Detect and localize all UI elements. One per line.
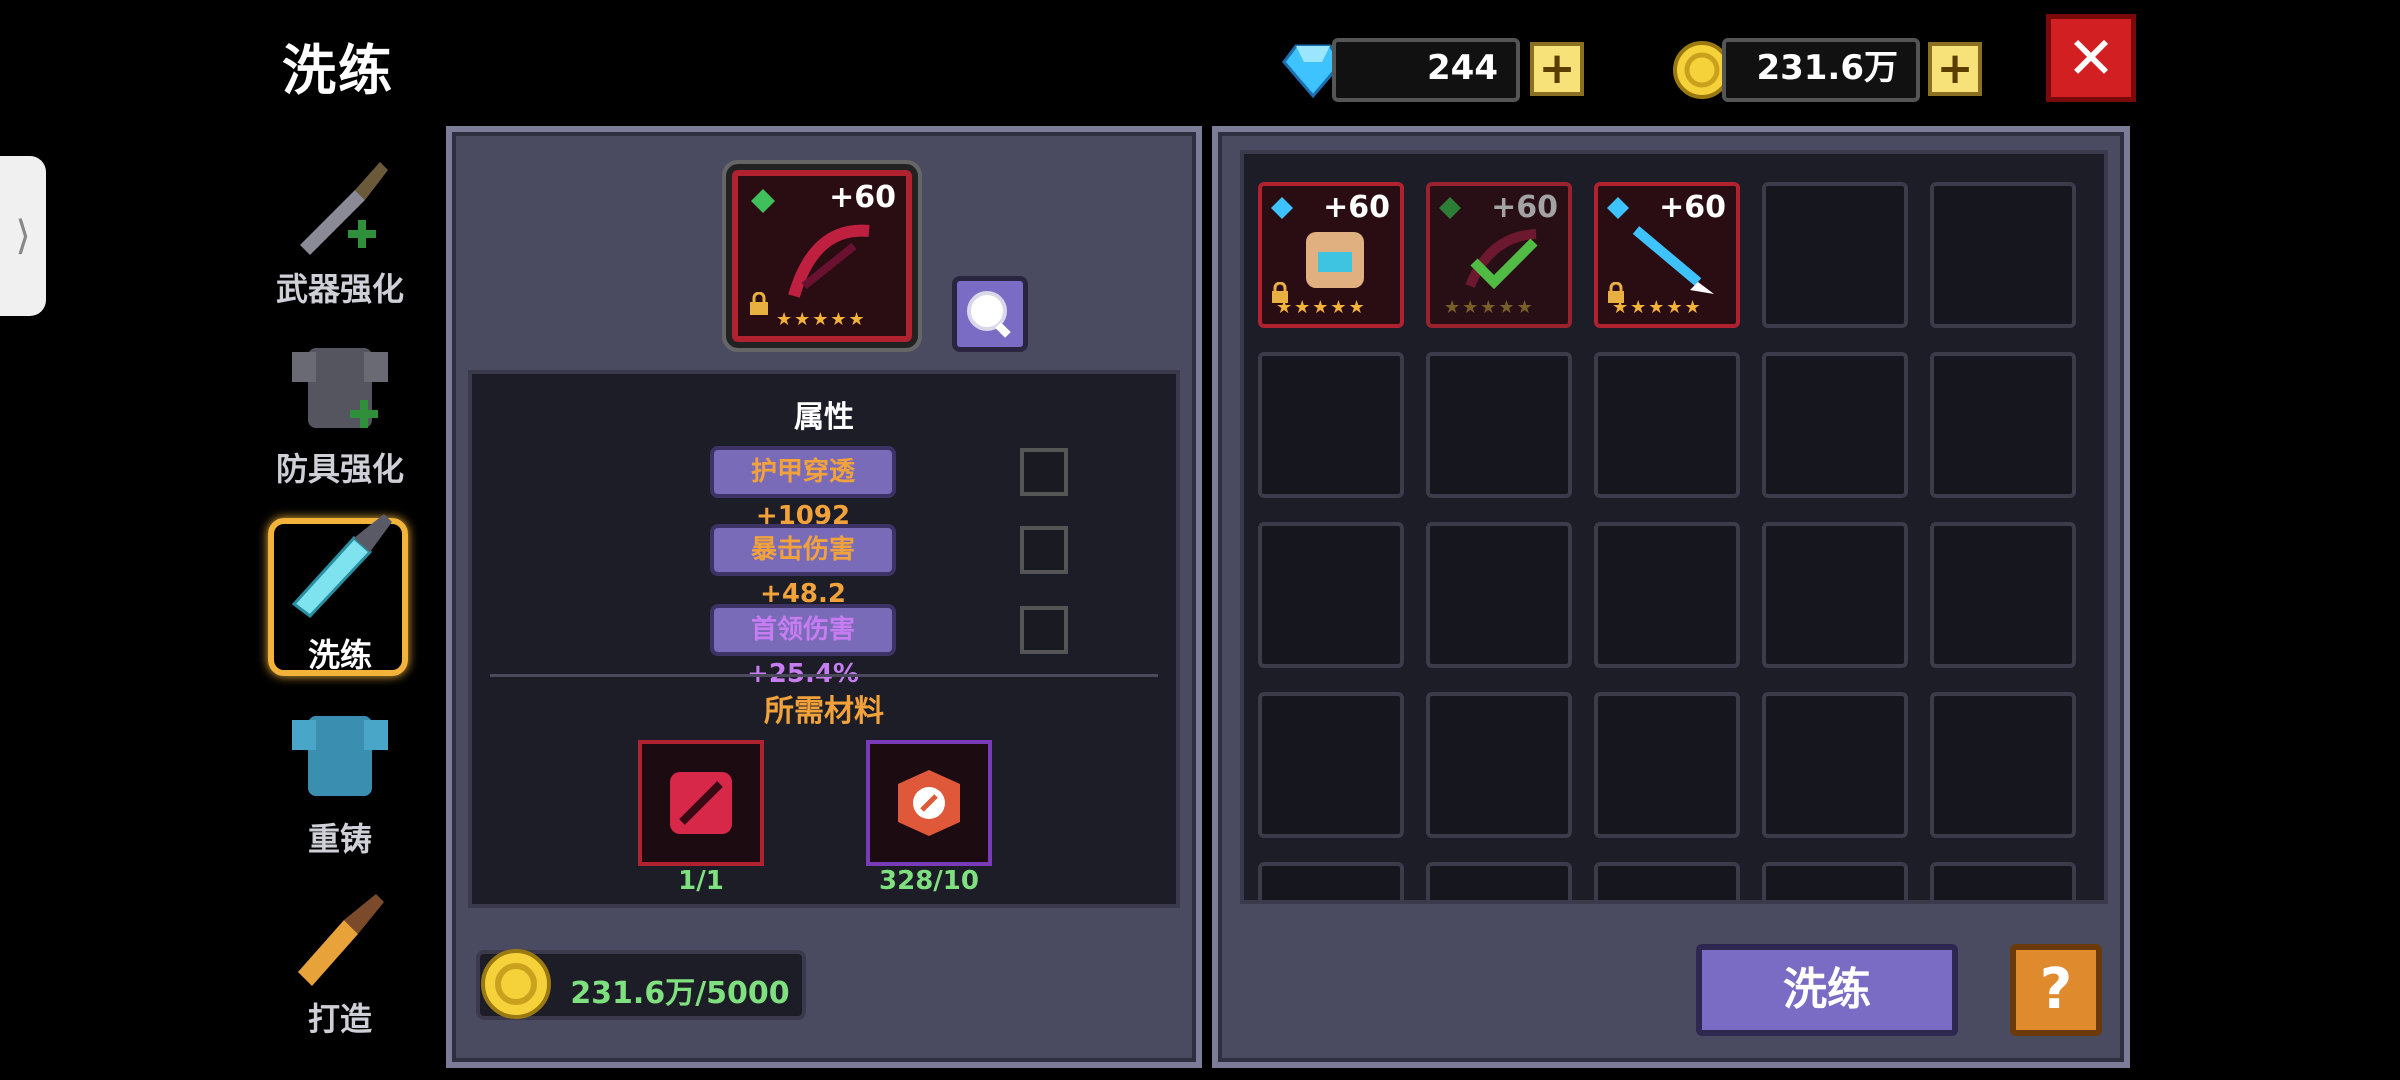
empty-slot[interactable]	[1762, 692, 1908, 838]
inventory-item-3[interactable]: +60 ★★★★★	[1594, 182, 1740, 328]
inspect-button[interactable]	[952, 276, 1028, 352]
inventory-item-2[interactable]: +60 ★★★★★	[1426, 182, 1572, 328]
gold-count: 231.6万	[1756, 48, 1898, 88]
material-count-2: 328/10	[879, 866, 979, 896]
add-gems-button[interactable]: +	[1530, 42, 1584, 96]
empty-slot[interactable]	[1762, 522, 1908, 668]
empty-slot[interactable]	[1930, 522, 2076, 668]
item-stars: ★★★★★	[776, 309, 867, 330]
menu-craft[interactable]: 打造	[270, 880, 410, 1040]
close-button[interactable]: ✕	[2046, 14, 2136, 102]
cost-text: 231.6万/5000	[570, 976, 790, 1011]
material-slot-2[interactable]	[866, 740, 992, 866]
empty-slot[interactable]	[1426, 522, 1572, 668]
lock-checkbox[interactable]	[1020, 448, 1068, 496]
materials-heading: 所需材料	[764, 694, 884, 729]
green-gem-icon	[1439, 197, 1461, 219]
menu-armor-enhance[interactable]: 防具强化	[270, 330, 410, 490]
empty-slot[interactable]	[1594, 862, 1740, 900]
blue-gem-icon	[1607, 197, 1629, 219]
refine-button[interactable]: 洗练	[1696, 944, 1958, 1036]
empty-slot[interactable]	[1426, 692, 1572, 838]
attribute-armor-penetration: 护甲穿透+1092	[710, 446, 896, 531]
attribute-boss-damage: 首领伤害+25.4%	[710, 604, 896, 689]
help-button[interactable]: ?	[2010, 944, 2102, 1036]
blue-armor-icon	[292, 716, 388, 796]
attribute-crit-damage: 暴击伤害+48.2	[710, 524, 896, 609]
inventory-item-1[interactable]: +60 ★★★★★	[1258, 182, 1404, 328]
menu-weapon-enhance[interactable]: 武器强化	[270, 150, 410, 310]
check-mark-icon	[1465, 229, 1538, 290]
empty-slot[interactable]	[1258, 862, 1404, 900]
attributes-heading: 属性	[794, 400, 854, 435]
crystal-sword-icon	[291, 514, 392, 619]
add-gold-button[interactable]: +	[1928, 42, 1982, 96]
gem-count: 244	[1427, 48, 1498, 88]
material-count-1: 1/1	[678, 866, 724, 896]
selected-item-slot[interactable]: +60 ★★★★★	[732, 170, 912, 342]
empty-slot[interactable]	[1930, 862, 2076, 900]
item-level: +60	[1323, 190, 1390, 225]
empty-slot[interactable]	[1426, 862, 1572, 900]
empty-slot[interactable]	[1762, 352, 1908, 498]
menu-label: 武器强化	[275, 270, 404, 308]
ice-spear-icon	[1632, 226, 1714, 294]
empty-slot[interactable]	[1594, 692, 1740, 838]
helmet-item-icon	[1306, 232, 1364, 288]
inventory-grid: +60 ★★★★★ +60 ★★★★★ +60 ★★★★★	[1240, 150, 2108, 904]
menu-label: 防具强化	[275, 450, 404, 488]
menu-refine[interactable]: 洗练	[268, 508, 410, 676]
lock-checkbox[interactable]	[1020, 526, 1068, 574]
chevron-right-icon: ⟩	[15, 213, 31, 259]
armor-icon	[292, 348, 388, 428]
lock-icon	[750, 292, 768, 315]
empty-slot[interactable]	[1258, 522, 1404, 668]
gold-coin-icon	[481, 949, 551, 1019]
empty-slot[interactable]	[1426, 352, 1572, 498]
empty-slot[interactable]	[1930, 182, 2076, 328]
item-stars: ★★★★★	[1276, 297, 1367, 318]
menu-label: 洗练	[307, 636, 372, 674]
item-stars: ★★★★★	[1444, 297, 1535, 318]
empty-slot[interactable]	[1258, 352, 1404, 498]
gem-counter: 244 +	[1282, 38, 1592, 104]
item-level: +60	[1659, 190, 1726, 225]
red-scroll-icon	[670, 772, 732, 834]
item-level: +60	[1491, 190, 1558, 225]
side-drawer-handle[interactable]: ⟩	[0, 156, 46, 316]
empty-slot[interactable]	[1762, 182, 1908, 328]
empty-slot[interactable]	[1762, 862, 1908, 900]
empty-slot[interactable]	[1258, 692, 1404, 838]
green-gem-icon	[751, 189, 775, 213]
dark-bow-icon	[788, 224, 870, 298]
page-title: 洗练	[282, 39, 394, 102]
empty-slot[interactable]	[1594, 522, 1740, 668]
empty-slot[interactable]	[1930, 692, 2076, 838]
lock-checkbox[interactable]	[1020, 606, 1068, 654]
menu-label: 打造	[307, 1000, 372, 1038]
item-level: +60	[829, 180, 896, 215]
material-slot-1[interactable]	[638, 740, 764, 866]
orange-stone-icon	[898, 770, 960, 836]
menu-label: 重铸	[307, 820, 372, 858]
empty-slot[interactable]	[1594, 352, 1740, 498]
gold-counter: 231.6万 +	[1672, 38, 1992, 104]
item-stars: ★★★★★	[1612, 297, 1703, 318]
blue-gem-icon	[1271, 197, 1293, 219]
empty-slot[interactable]	[1930, 352, 2076, 498]
hammer-icon	[298, 894, 384, 986]
divider	[490, 674, 1158, 677]
magnifier-icon	[967, 291, 1011, 338]
menu-reforge[interactable]: 重铸	[270, 700, 410, 860]
sword-icon	[300, 162, 388, 255]
